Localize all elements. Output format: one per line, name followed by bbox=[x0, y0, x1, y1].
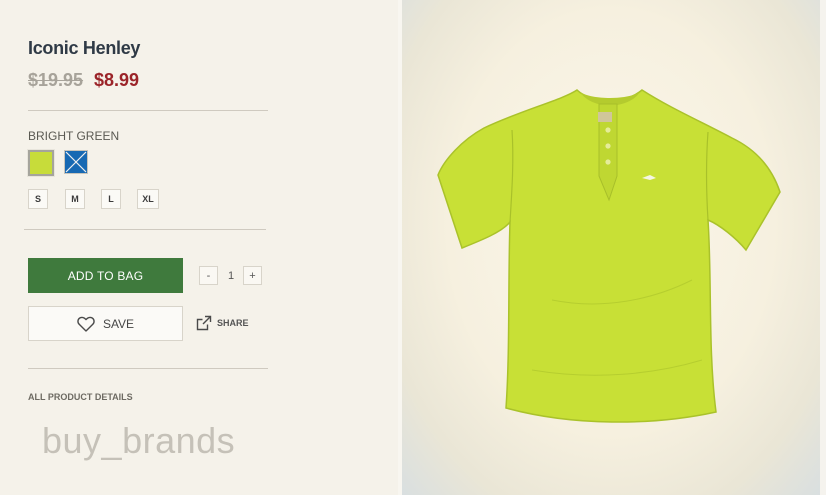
divider bbox=[28, 368, 268, 369]
qty-increase-button[interactable]: + bbox=[243, 266, 262, 285]
save-button[interactable]: SAVE bbox=[28, 306, 183, 341]
save-label: SAVE bbox=[102, 316, 135, 331]
selected-color-label: BRIGHT GREEN bbox=[28, 129, 120, 143]
product-info-panel: Iconic Henley $19.95 $8.99 BRIGHT GREEN … bbox=[0, 0, 398, 495]
share-label: SHARE bbox=[217, 318, 249, 328]
swatch-bright-green[interactable] bbox=[27, 149, 55, 177]
share-link[interactable]: SHARE bbox=[196, 315, 249, 331]
size-s[interactable]: S bbox=[28, 189, 48, 209]
product-title: Iconic Henley bbox=[28, 38, 141, 58]
heart-icon bbox=[77, 316, 95, 332]
size-xl[interactable]: XL bbox=[137, 189, 159, 209]
divider bbox=[24, 229, 266, 230]
size-m[interactable]: M bbox=[65, 189, 85, 209]
qty-value[interactable]: 1 bbox=[222, 266, 240, 285]
watermark-text: buy_brands bbox=[42, 420, 236, 461]
sale-price: $8.99 bbox=[94, 70, 140, 90]
cross-icon bbox=[65, 151, 87, 173]
size-l[interactable]: L bbox=[101, 189, 121, 209]
add-to-bag-button[interactable]: ADD TO BAG bbox=[28, 258, 183, 293]
product-image[interactable] bbox=[402, 0, 820, 495]
product-page: Iconic Henley $19.95 $8.99 BRIGHT GREEN … bbox=[0, 0, 826, 495]
all-product-details-link[interactable]: ALL PRODUCT DETAILS bbox=[28, 392, 133, 402]
image-border bbox=[820, 0, 826, 495]
share-icon bbox=[196, 315, 212, 331]
qty-decrease-button[interactable]: - bbox=[199, 266, 218, 285]
original-price: $19.95 bbox=[28, 70, 84, 90]
swatch-blue-unavailable[interactable] bbox=[64, 150, 88, 174]
divider bbox=[28, 110, 268, 111]
henley-shirt-image bbox=[437, 89, 781, 423]
